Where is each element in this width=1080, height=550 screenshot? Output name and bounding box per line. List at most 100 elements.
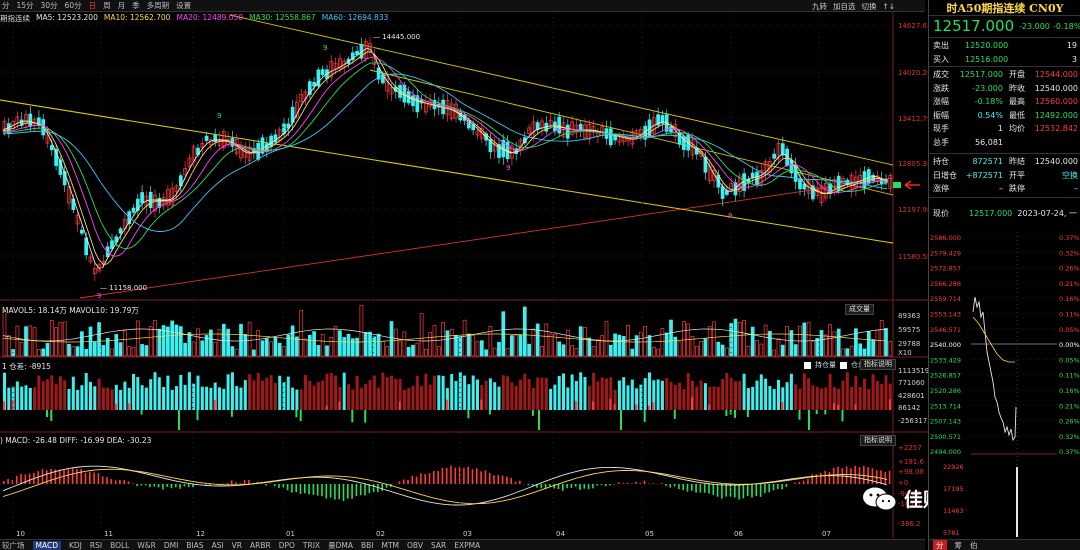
indicator-tab-13[interactable]: 量DMA (328, 540, 353, 550)
open-interest-bar (239, 387, 243, 410)
open-interest-bar (725, 372, 729, 410)
period-6[interactable]: 月 (118, 0, 126, 11)
intraday-chart[interactable]: 2586.000 0.37% 2579.429 0.32% 2572.857 0.26% 2… (929, 222, 1080, 538)
indicator-tab-7[interactable]: BIAS (186, 541, 203, 550)
macd-bar (205, 484, 207, 485)
volume-bar (596, 339, 600, 357)
indicator-tab-15[interactable]: MTM (381, 541, 399, 550)
intraday-axis-left: 2586.000 (930, 234, 961, 242)
indicator-tab-3[interactable]: RSI (90, 541, 102, 550)
indicator-tab-8[interactable]: ASI (212, 541, 224, 550)
macd-bar (837, 466, 839, 484)
volume-bar (118, 342, 123, 357)
period-3[interactable]: 60分 (65, 0, 82, 11)
toolbar-right-3[interactable]: ↑↓ (883, 2, 896, 11)
toolbar-right-1[interactable]: 加自选 (833, 1, 856, 12)
period-4[interactable]: 日 (89, 0, 97, 11)
volume-bar (32, 327, 37, 357)
volume-bar (557, 341, 562, 357)
macd-bar (643, 480, 646, 484)
intraday-tab-2[interactable]: 伯 (970, 540, 978, 550)
open-interest-bar (101, 387, 105, 410)
volume-bar (415, 342, 420, 357)
period-0[interactable]: 分 (2, 0, 10, 11)
indicator-tab-11[interactable]: DPO (279, 541, 295, 550)
indicator-tab-2[interactable]: KDJ (69, 541, 82, 550)
indicator-tab-10[interactable]: ARBR (250, 541, 271, 550)
volume-indicator-button[interactable]: 成交量 (845, 304, 874, 315)
volume-bar (527, 343, 531, 357)
open-interest-bar (37, 375, 41, 410)
macd-bar (58, 469, 61, 484)
indicator-tab-17[interactable]: SAR (431, 541, 446, 550)
intraday-axis-right: 0.21% (1059, 402, 1080, 410)
indicator-tab-18[interactable]: EXPMA (454, 541, 480, 550)
toolbar-right-2[interactable]: 切换 (862, 1, 877, 12)
macd-bar (501, 475, 504, 484)
oi-diff-checkbox[interactable] (840, 361, 847, 369)
quote-row: 成交 12517.000 开盘 12544.000 (929, 68, 1080, 81)
volume-bar (492, 347, 497, 357)
indicator-tab-4[interactable]: BOLL (110, 541, 129, 550)
volume-bar (97, 322, 101, 357)
volume-bar (479, 340, 484, 357)
macd-bar (157, 484, 160, 488)
indicator-tab-6[interactable]: DMI (164, 541, 178, 550)
volume-bar (183, 342, 187, 357)
period-2[interactable]: 30分 (41, 0, 58, 11)
toolbar-right-0[interactable]: 九转 (812, 1, 827, 12)
open-interest-bar (772, 388, 776, 410)
open-interest-bar (15, 381, 19, 410)
volume-bar (260, 340, 265, 357)
indicator-tab-9[interactable]: VR (232, 541, 242, 550)
period-7[interactable]: 季 (132, 0, 140, 11)
macd-help-button[interactable]: 指标说明 (860, 435, 896, 446)
volume-bar (531, 328, 536, 357)
open-interest-bar (291, 387, 295, 410)
indicator-tab-5[interactable]: W&R (137, 541, 155, 550)
open-interest-bar (28, 387, 32, 410)
intraday-tab-0[interactable]: 分 (933, 539, 947, 550)
open-interest-bar (334, 375, 338, 410)
volume-bar (342, 337, 347, 357)
open-interest-bar (359, 387, 363, 410)
open-interest-bar (807, 378, 811, 410)
ma-legend-1: MA10: 12562.700 (103, 13, 171, 22)
macd-bar (488, 472, 491, 484)
indicator-tab-12[interactable]: TRIX (303, 541, 320, 550)
intraday-tab-1[interactable]: 筹 (955, 540, 963, 550)
open-interest-bar (342, 372, 346, 410)
volume-axis-label: 59575 (898, 326, 920, 334)
macd-bar (265, 484, 267, 486)
open-interest-bars (3, 372, 892, 430)
period-8[interactable]: 多周期 (147, 0, 170, 11)
intraday-axis-left: 2553.143 (930, 311, 961, 319)
price-axis-label: 13412.79 (898, 115, 928, 123)
open-interest-bar (527, 379, 531, 410)
macd-bar (583, 484, 586, 489)
indicator-tab-1[interactable]: MACD (32, 540, 61, 550)
period-1[interactable]: 15分 (17, 0, 34, 11)
indicator-tab-16[interactable]: OBV (407, 541, 423, 550)
kline-chart-area[interactable]: 14627.6114020.2813412.7912805.3812197.98… (0, 0, 928, 550)
indicator-tab-0[interactable]: 较广场 (2, 540, 25, 550)
oi-help-button[interactable]: 指标说明 (860, 359, 896, 370)
period-9[interactable]: 设置 (176, 0, 191, 11)
open-interest-bar (746, 388, 750, 410)
open-interest-bar (97, 378, 101, 410)
open-interest-bar (119, 389, 123, 410)
month-label: 03 (463, 530, 472, 538)
indicator-tab-14[interactable]: BBI (361, 541, 374, 550)
macd-bar (424, 474, 426, 484)
macd-bar (626, 482, 629, 484)
volume-bar (522, 306, 527, 357)
volume-bar (862, 348, 867, 357)
position-checkbox[interactable] (804, 361, 811, 369)
macd-bar (729, 484, 732, 497)
open-interest-bar (488, 378, 492, 410)
open-interest-bar (312, 385, 316, 410)
volume-bar (884, 328, 888, 357)
macd-bar (695, 484, 697, 493)
open-interest-bar (261, 380, 264, 410)
period-5[interactable]: 周 (103, 0, 111, 11)
